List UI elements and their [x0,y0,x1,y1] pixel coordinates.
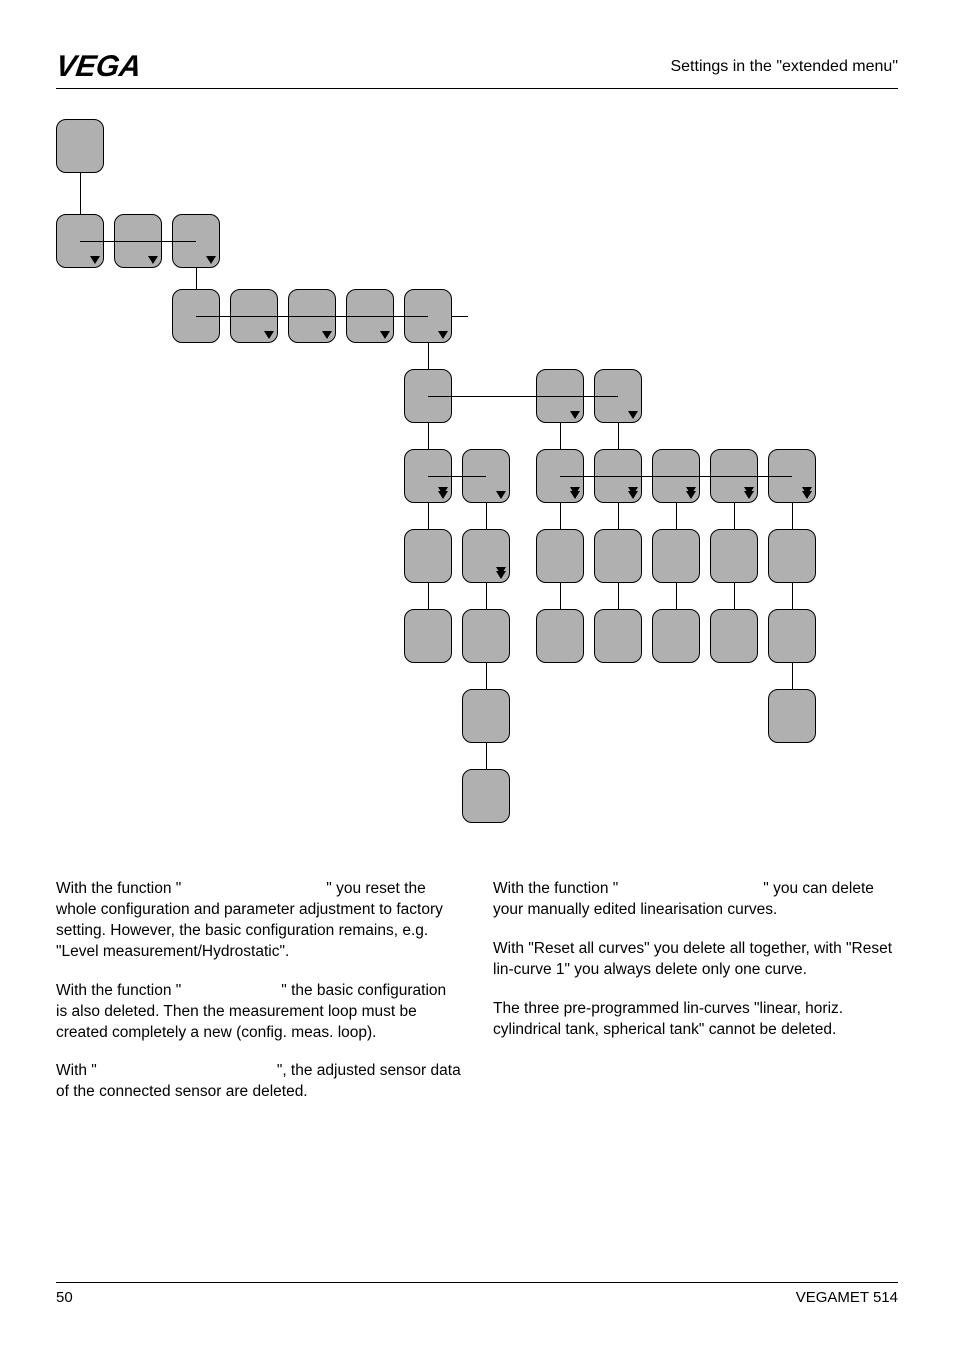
diagram-connector [486,583,487,609]
diagram-connector [428,423,429,449]
diagram-connector [792,663,793,689]
diagram-connector [792,503,793,529]
page-number: 50 [56,1289,73,1306]
diagram-connector [196,316,428,317]
diagram-node [594,529,642,583]
menu-diagram [46,119,876,859]
diagram-node [710,609,758,663]
para-lin-curves: With the function "" you can delete your… [493,879,898,921]
diagram-connector [734,583,735,609]
diagram-connector [792,583,793,609]
diagram-node [56,119,104,173]
diagram-connector [676,503,677,529]
diagram-connector [734,503,735,529]
left-column: With the function "" you reset the whole… [56,879,461,1121]
diagram-connector [676,583,677,609]
diagram-connector [196,268,197,289]
diagram-node [404,609,452,663]
para-reset-curves: With "Reset all curves" you delete all t… [493,939,898,981]
down-arrow-icon [438,491,448,499]
diagram-connector [560,583,561,609]
diagram-connector [428,396,618,397]
diagram-node [462,689,510,743]
diagram-node [536,529,584,583]
diagram-node [652,609,700,663]
down-arrow-icon [802,491,812,499]
diagram-connector [618,503,619,529]
down-arrow-icon [570,411,580,419]
diagram-node [768,529,816,583]
diagram-node [768,689,816,743]
para-reset-config: With the function "" you reset the whole… [56,879,461,963]
para-preprogrammed: The three pre-programmed lin-curves "lin… [493,999,898,1041]
down-arrow-icon [438,331,448,339]
down-arrow-icon [744,491,754,499]
diagram-node [462,609,510,663]
diagram-connector [560,503,561,529]
diagram-node [594,609,642,663]
down-arrow-icon [90,256,100,264]
down-arrow-icon [264,331,274,339]
diagram-node [710,529,758,583]
logo: VEGA [54,50,144,84]
page-footer: 50 VEGAMET 514 [56,1282,898,1306]
diagram-node [462,769,510,823]
diagram-connector [618,583,619,609]
diagram-connector [560,423,561,449]
page-header: VEGA Settings in the "extended menu" [56,50,898,89]
diagram-connector [428,476,486,477]
down-arrow-icon [322,331,332,339]
diagram-connector [560,476,792,477]
down-arrow-icon [628,411,638,419]
para-basic-config: With the function "" the basic configura… [56,981,461,1044]
diagram-node [652,529,700,583]
diagram-connector [428,343,429,369]
diagram-connector [428,503,429,529]
product-name: VEGAMET 514 [796,1289,898,1306]
section-title: Settings in the "extended menu" [670,58,898,76]
body-text: With the function "" you reset the whole… [56,879,898,1121]
diagram-node [536,609,584,663]
diagram-connector [486,663,487,689]
down-arrow-icon [380,331,390,339]
down-arrow-icon [628,491,638,499]
down-arrow-icon [570,491,580,499]
diagram-connector [618,423,619,449]
down-arrow-icon [206,256,216,264]
para-sensor-data: With "", the adjusted sensor data of the… [56,1061,461,1103]
down-arrow-icon [148,256,158,264]
diagram-connector [80,241,196,242]
diagram-connector [428,583,429,609]
diagram-connector [452,316,468,317]
diagram-node [768,609,816,663]
diagram-node [404,529,452,583]
right-column: With the function "" you can delete your… [493,879,898,1121]
down-arrow-icon [496,491,506,499]
diagram-connector [486,743,487,769]
diagram-connector [80,173,81,214]
down-arrow-icon [686,491,696,499]
diagram-connector [486,503,487,529]
down-arrow-icon [496,571,506,579]
